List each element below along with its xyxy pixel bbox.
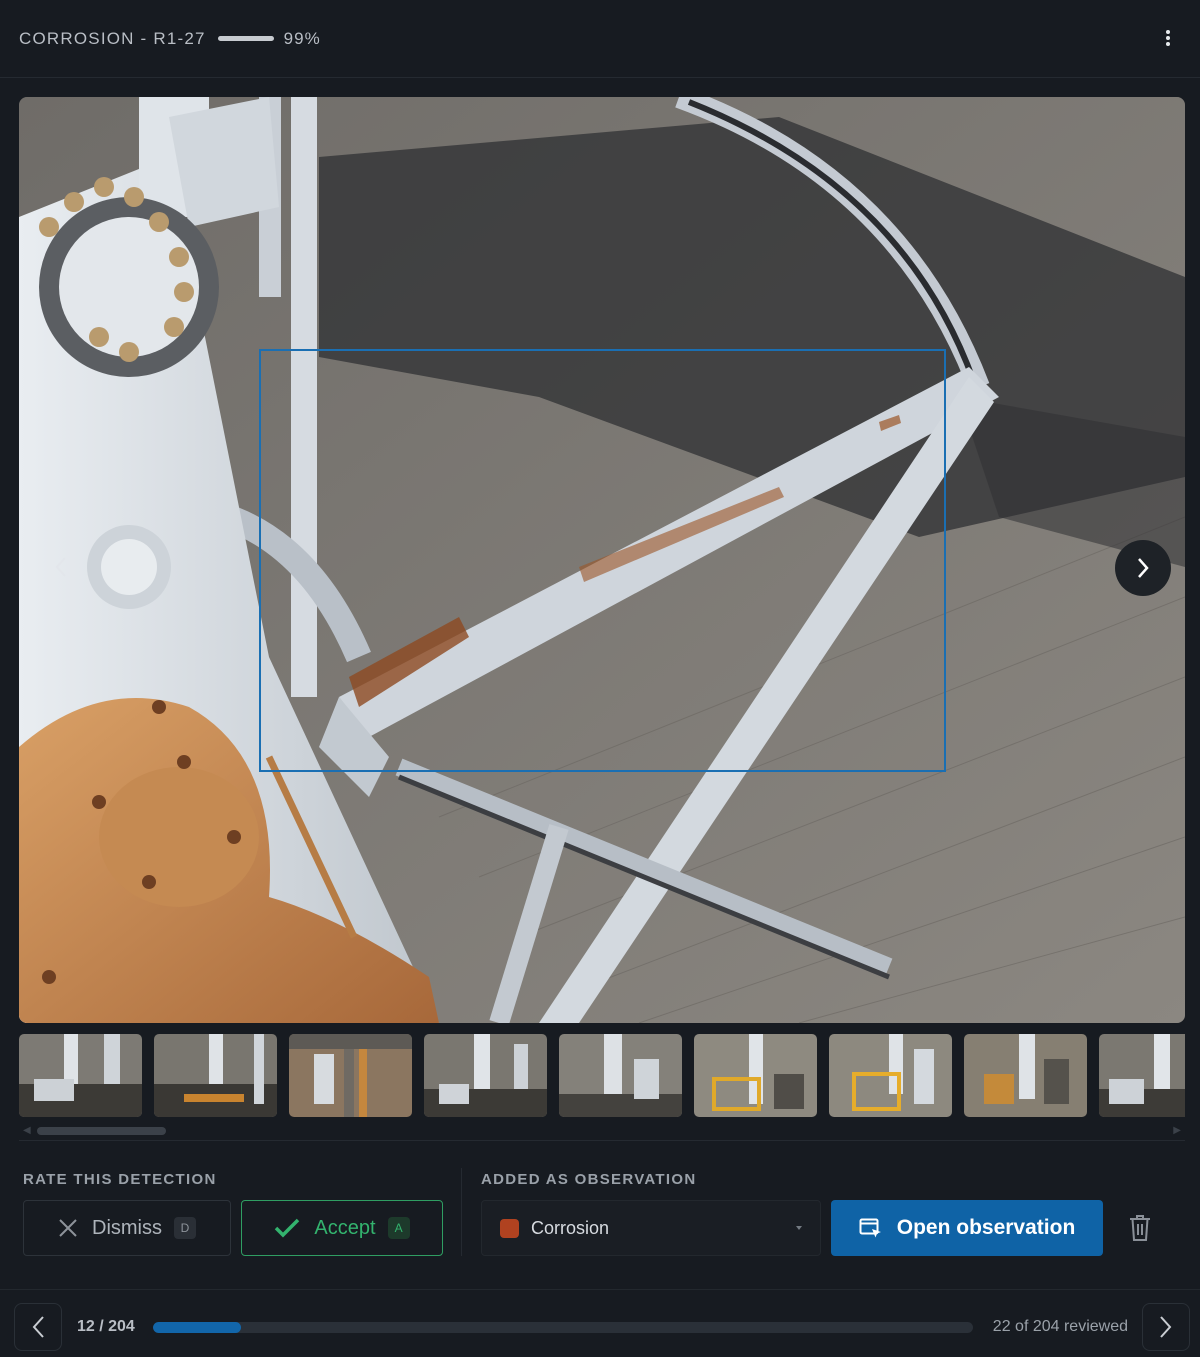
chevron-down-icon (796, 1226, 802, 1230)
observation-section-label: ADDED AS OBSERVATION (481, 1171, 697, 1188)
scroll-right-icon[interactable]: ▶ (1173, 1125, 1181, 1136)
thumbnail[interactable] (289, 1034, 412, 1117)
chevron-right-icon (1160, 1316, 1172, 1338)
reviewed-count: 22 of 204 reviewed (992, 1318, 1128, 1335)
thumbnail-scrollbar[interactable]: ◀ ▶ (19, 1124, 1185, 1138)
chevron-right-icon[interactable] (1115, 540, 1171, 596)
thumbnail[interactable] (559, 1034, 682, 1117)
observation-color-swatch (500, 1218, 519, 1238)
confidence-value: 99% (283, 28, 321, 48)
confidence-bar (217, 36, 274, 41)
thumbnail[interactable] (964, 1034, 1087, 1117)
thumbnail-strip (19, 1034, 1185, 1118)
next-detection-button[interactable] (1142, 1303, 1190, 1351)
dismiss-label: Dismiss (92, 1216, 162, 1239)
review-progress-bar (153, 1322, 973, 1333)
trash-icon[interactable] (1124, 1212, 1156, 1244)
observation-type-value: Corrosion (531, 1217, 610, 1238)
footer-divider (0, 1289, 1200, 1290)
rate-section-label: RATE THIS DETECTION (23, 1171, 217, 1188)
chevron-left-icon (32, 1316, 44, 1338)
thumbnail[interactable] (424, 1034, 547, 1117)
accept-label: Accept (314, 1216, 376, 1239)
chevron-left-icon[interactable] (41, 547, 81, 587)
thumbnail[interactable] (154, 1034, 277, 1117)
section-divider (461, 1168, 462, 1256)
thumbnail[interactable] (1099, 1034, 1185, 1117)
detection-counter: 12 / 204 (77, 1318, 135, 1335)
detection-header: CORROSION - R1-27 99% (0, 0, 1200, 78)
scroll-left-icon[interactable]: ◀ (23, 1125, 31, 1136)
dismiss-shortcut: D (174, 1217, 196, 1239)
image-viewer[interactable] (19, 97, 1185, 1023)
open-window-icon (859, 1217, 883, 1239)
thumbnail[interactable] (829, 1034, 952, 1117)
close-icon (58, 1218, 78, 1238)
detection-bounding-box[interactable] (259, 349, 946, 772)
detection-title: CORROSION - R1-27 (19, 28, 206, 48)
more-menu-icon[interactable] (1158, 28, 1178, 48)
scrollbar-thumb[interactable] (37, 1127, 166, 1135)
check-icon (274, 1218, 300, 1238)
thumbnail[interactable] (19, 1034, 142, 1117)
previous-detection-button[interactable] (14, 1303, 62, 1351)
accept-button[interactable]: Accept A (241, 1200, 443, 1256)
dismiss-button[interactable]: Dismiss D (23, 1200, 231, 1256)
open-observation-label: Open observation (896, 1216, 1076, 1239)
review-progress-fill (153, 1322, 242, 1333)
accept-shortcut: A (387, 1217, 410, 1239)
divider (19, 1140, 1185, 1141)
observation-type-select[interactable]: Corrosion (481, 1200, 821, 1256)
thumbnail[interactable] (694, 1034, 817, 1117)
open-observation-button[interactable]: Open observation (831, 1200, 1103, 1256)
